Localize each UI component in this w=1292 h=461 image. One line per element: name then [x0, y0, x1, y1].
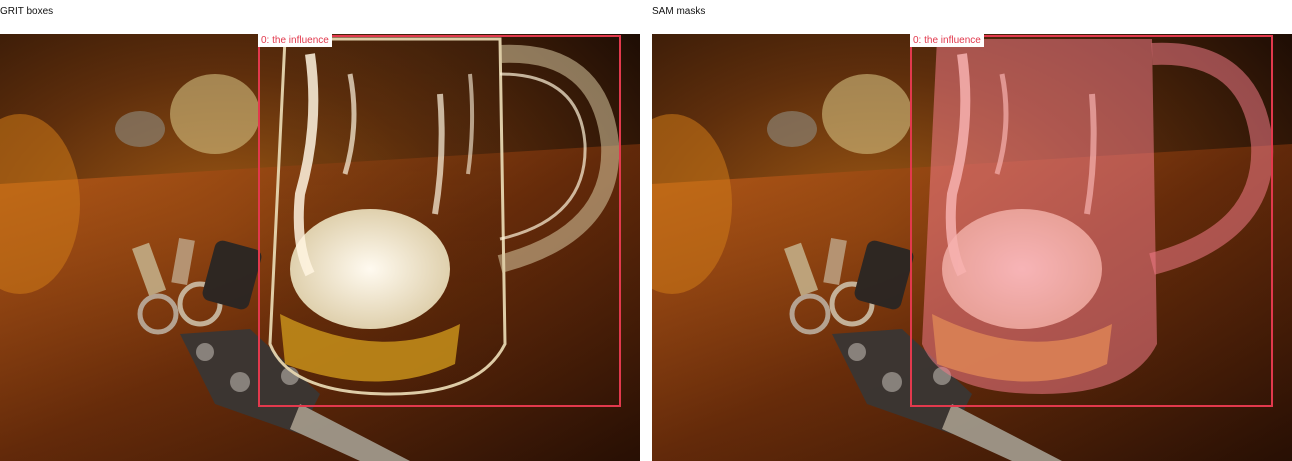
bounding-box	[258, 35, 621, 407]
bounding-box-label: 0: the influence	[910, 34, 984, 47]
sam-panel: SAM masks 0: the influence	[652, 0, 1292, 461]
sam-panel-title: SAM masks	[652, 6, 706, 17]
grit-panel-title: GRIT boxes	[0, 6, 54, 17]
bounding-box	[910, 35, 1273, 407]
grit-panel: GRIT boxes 0: the influence	[0, 0, 640, 461]
bounding-box-label: 0: the influence	[258, 34, 332, 47]
